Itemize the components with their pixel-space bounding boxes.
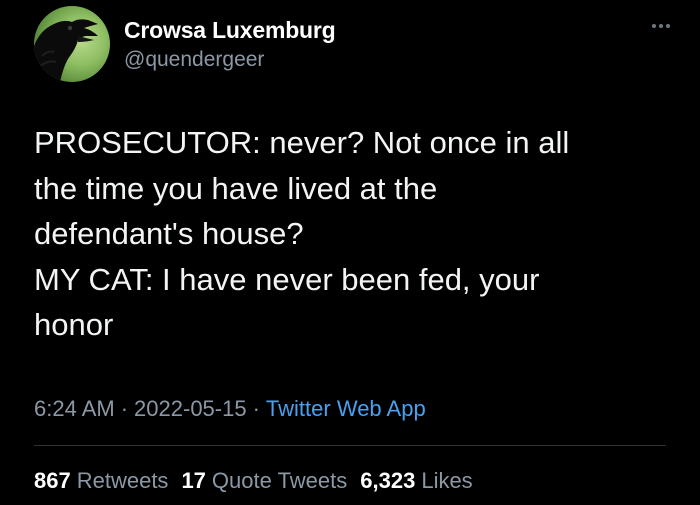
divider xyxy=(34,445,666,446)
meta-separator: · xyxy=(252,396,260,421)
tweet-header: Crowsa Luxemburg @quendergeer xyxy=(34,6,336,82)
likes-stat[interactable]: 6,323 Likes xyxy=(360,466,472,496)
user-handle[interactable]: @quendergeer xyxy=(124,46,336,74)
likes-label: Likes xyxy=(421,468,473,493)
avatar[interactable] xyxy=(34,6,110,82)
more-options-icon[interactable] xyxy=(652,24,670,28)
retweets-label: Retweets xyxy=(76,468,169,493)
tweet-time[interactable]: 6:24 AM xyxy=(34,396,115,421)
display-name[interactable]: Crowsa Luxemburg xyxy=(124,16,336,44)
dot xyxy=(659,24,663,28)
retweets-count: 867 xyxy=(34,468,71,493)
tweet-meta: 6:24 AM · 2022-05-15 · Twitter Web App xyxy=(34,393,426,425)
crow-avatar-icon xyxy=(34,19,98,82)
dot xyxy=(666,24,670,28)
tweet-source-link[interactable]: Twitter Web App xyxy=(266,396,426,421)
retweets-stat[interactable]: 867 Retweets xyxy=(34,466,168,496)
meta-separator: · xyxy=(120,396,129,421)
quote-tweets-label: Quote Tweets xyxy=(211,468,348,493)
tweet-date[interactable]: 2022-05-15 xyxy=(134,396,247,421)
tweet-text: PROSECUTOR: never? Not once in all the t… xyxy=(34,125,570,342)
dot xyxy=(652,24,656,28)
tweet-stats: 867 Retweets 17 Quote Tweets 6,323 Likes xyxy=(34,466,473,496)
likes-count: 6,323 xyxy=(360,468,416,493)
author-names: Crowsa Luxemburg @quendergeer xyxy=(124,16,336,74)
quote-tweets-stat[interactable]: 17 Quote Tweets xyxy=(181,466,347,496)
tweet-card: Crowsa Luxemburg @quendergeer PROSECUTOR… xyxy=(0,0,700,505)
quote-tweets-count: 17 xyxy=(181,468,206,493)
